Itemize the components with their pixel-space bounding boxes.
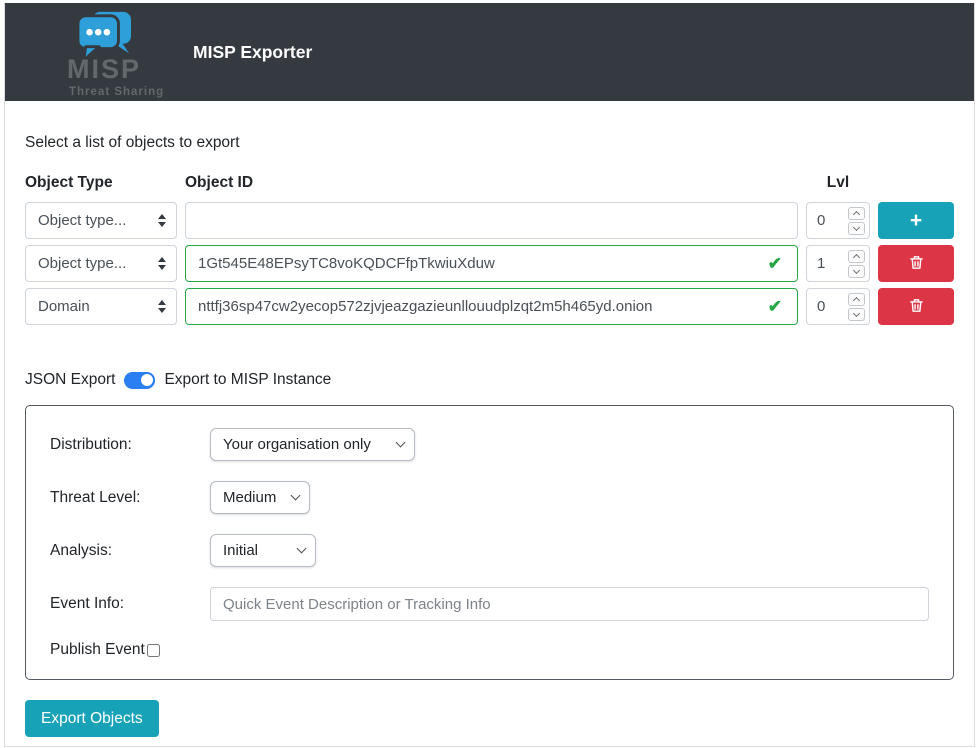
lvl-stepper: [848, 250, 865, 278]
export-mode-row: JSON Export Export to MISP Instance: [25, 371, 954, 389]
misp-logo: MISP Threat Sharing: [61, 4, 179, 100]
chevron-down-icon: [297, 544, 307, 554]
json-export-label: JSON Export: [25, 371, 115, 389]
page-title: MISP Exporter: [193, 42, 312, 63]
object-type-select[interactable]: Object type...: [25, 202, 177, 239]
object-id-input[interactable]: [185, 288, 798, 325]
object-type-select[interactable]: Domain: [25, 288, 177, 325]
object-type-select-value: Object type...: [38, 212, 126, 229]
stepper-down-icon[interactable]: [848, 222, 865, 235]
analysis-row: Analysis: Initial: [50, 534, 929, 567]
event-info-row: Event Info:: [50, 587, 929, 621]
lvl-input[interactable]: 0: [806, 202, 870, 239]
lvl-stepper: [848, 207, 865, 235]
publish-event-checkbox[interactable]: [147, 644, 160, 657]
object-id-input[interactable]: [185, 202, 798, 239]
trash-icon: [908, 254, 925, 274]
distribution-value: Your organisation only: [223, 436, 371, 453]
object-id-input[interactable]: [185, 245, 798, 282]
select-updown-caret-icon: [158, 300, 166, 313]
analysis-select[interactable]: Initial: [210, 534, 316, 567]
threat-level-select[interactable]: Medium: [210, 481, 310, 514]
app-container: MISP Threat Sharing MISP Exporter Select…: [4, 3, 975, 747]
select-updown-caret-icon: [158, 214, 166, 227]
export-objects-button[interactable]: Export Objects: [25, 700, 159, 737]
object-type-select-value: Object type...: [38, 255, 126, 272]
object-type-select[interactable]: Object type...: [25, 245, 177, 282]
intro-text: Select a list of objects to export: [25, 134, 954, 152]
distribution-select[interactable]: Your organisation only: [210, 428, 415, 461]
lvl-stepper: [848, 293, 865, 321]
delete-row-button[interactable]: [878, 245, 954, 282]
column-header-lvl: Lvl: [806, 174, 870, 196]
column-header-actions: [878, 174, 954, 196]
add-row-button[interactable]: +: [878, 202, 954, 239]
analysis-value: Initial: [223, 542, 258, 559]
publish-event-label: Publish Event: [50, 641, 145, 659]
lvl-value: 0: [817, 298, 848, 315]
column-header-object-type: Object Type: [25, 174, 177, 196]
threat-level-row: Threat Level: Medium: [50, 481, 929, 514]
valid-checkmark-icon: ✔: [768, 254, 782, 274]
valid-checkmark-icon: ✔: [768, 297, 782, 317]
lvl-input[interactable]: 0: [806, 288, 870, 325]
lvl-input[interactable]: 1: [806, 245, 870, 282]
main-content: Select a list of objects to export Objec…: [5, 134, 974, 745]
stepper-down-icon[interactable]: [848, 265, 865, 278]
object-id-field-wrap: [185, 202, 798, 239]
toggle-knob: [139, 372, 155, 388]
publish-event-row: Publish Event: [50, 641, 929, 659]
stepper-down-icon[interactable]: [848, 308, 865, 321]
app-header: MISP Threat Sharing MISP Exporter: [5, 3, 974, 101]
chevron-down-icon: [396, 438, 406, 448]
stepper-up-icon[interactable]: [848, 207, 865, 220]
delete-row-button[interactable]: [878, 288, 954, 325]
export-mode-toggle[interactable]: [124, 372, 155, 389]
distribution-label: Distribution:: [50, 436, 210, 454]
object-id-field-wrap: ✔: [185, 288, 798, 325]
stepper-up-icon[interactable]: [848, 293, 865, 306]
logo-subtext: Threat Sharing: [69, 86, 164, 98]
misp-instance-label: Export to MISP Instance: [164, 371, 331, 389]
lvl-value: 1: [817, 255, 848, 272]
event-info-label: Event Info:: [50, 595, 210, 613]
stepper-up-icon[interactable]: [848, 250, 865, 263]
lvl-value: 0: [817, 212, 848, 229]
analysis-label: Analysis:: [50, 542, 210, 560]
chevron-down-icon: [291, 491, 301, 501]
threat-level-label: Threat Level:: [50, 489, 210, 507]
object-id-field-wrap: ✔: [185, 245, 798, 282]
event-info-input[interactable]: [210, 587, 929, 621]
trash-icon: [908, 297, 925, 317]
distribution-row: Distribution: Your organisation only: [50, 428, 929, 461]
select-updown-caret-icon: [158, 257, 166, 270]
column-header-object-id: Object ID: [185, 174, 798, 196]
logo-text: MISP: [67, 54, 141, 85]
object-table: Object Type Object ID Lvl Object type...…: [25, 174, 954, 325]
misp-options-panel: Distribution: Your organisation only Thr…: [25, 405, 954, 680]
object-type-select-value: Domain: [38, 298, 90, 315]
threat-level-value: Medium: [223, 489, 276, 506]
